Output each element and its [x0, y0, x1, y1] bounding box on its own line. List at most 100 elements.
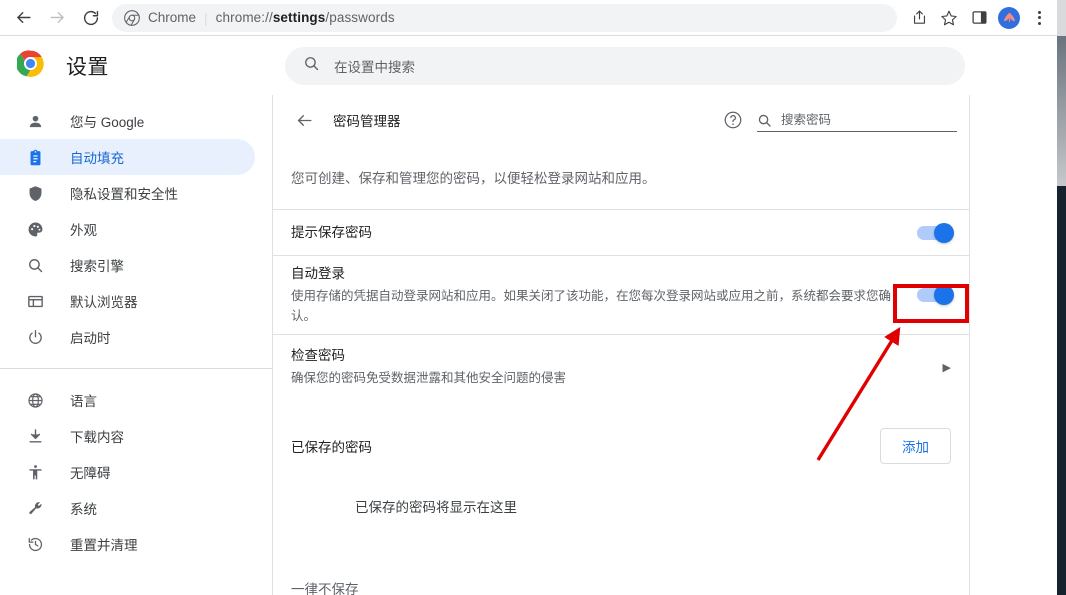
omnibox[interactable]: Chrome | chrome://settings/passwords [112, 3, 897, 32]
page-title: 设置 [66, 56, 109, 79]
row-title: 提示保存密码 [291, 224, 372, 240]
sidebar-item-label: 语言 [70, 394, 97, 409]
share-icon[interactable] [905, 4, 933, 32]
screenshot-root: Chrome | chrome://settings/passwords 设置 … [0, 0, 1066, 595]
row-texts: 提示保存密码 [291, 215, 907, 251]
browser-window-icon [25, 291, 45, 311]
shield-icon [25, 183, 45, 203]
password-manager-intro: 您可创建、保存和管理您的密码，以便轻松登录网站和应用。 [291, 171, 656, 186]
settings-header: 设置 在设置中搜索 [0, 37, 1057, 95]
sidebar-item-system[interactable]: 系统 [0, 490, 255, 526]
chevron-right-icon[interactable]: ▶ [943, 361, 951, 374]
sidebar-item-label: 无障碍 [70, 466, 111, 481]
row-check-passwords[interactable]: 检查密码 确保您的密码免受数据泄露和其他安全问题的侵害 ▶ [273, 333, 969, 400]
palette-icon [25, 219, 45, 239]
sidebar-item-label: 隐私设置和安全性 [70, 187, 178, 202]
password-manager-title: 密码管理器 [333, 114, 401, 129]
settings-search-placeholder: 在设置中搜索 [334, 60, 415, 75]
sidebar-item-label: 下载内容 [70, 430, 124, 445]
sidebar-item-on-startup[interactable]: 启动时 [0, 319, 255, 355]
saved-passwords-empty-text: 已保存的密码将显示在这里 [355, 499, 517, 515]
settings-search-input[interactable]: 在设置中搜索 [285, 47, 965, 85]
omnibox-url: chrome://settings/passwords [216, 10, 395, 25]
row-auto-signin[interactable]: 自动登录 使用存储的凭据自动登录网站和应用。如果关闭了该功能，在您每次登录网站或… [273, 255, 969, 333]
nav-button-group [0, 3, 106, 33]
settings-main: 密码管理器 搜索密码 您可创建、保存和管理您的密码，以便轻松登录网站和应用。 提… [272, 95, 1057, 595]
sidebar-item-privacy-security[interactable]: 隐私设置和安全性 [0, 175, 255, 211]
row-texts: 检查密码 确保您的密码免受数据泄露和其他安全问题的侵害 [291, 338, 933, 395]
sidebar-item-label: 自动填充 [70, 151, 124, 166]
password-manager-card: 密码管理器 搜索密码 您可创建、保存和管理您的密码，以便轻松登录网站和应用。 提… [273, 95, 970, 595]
sidebar-item-label: 默认浏览器 [70, 295, 138, 310]
settings-body: 您与 Google 自动填充 隐私设置和安全性 外观 搜索引擎 默认浏览器 启动… [0, 95, 1057, 595]
row-subtitle: 使用存储的凭据自动登录网站和应用。如果关闭了该功能，在您每次登录网站或应用之前，… [291, 288, 892, 323]
sidebar-item-label: 您与 Google [70, 115, 145, 130]
back-icon[interactable] [8, 3, 38, 33]
omnibox-separator: | [204, 9, 208, 26]
scrollbar-cap [1057, 0, 1066, 36]
never-saved-label: 一律不保存 [291, 581, 359, 595]
toolbar-actions [905, 4, 1057, 32]
settings-sidebar: 您与 Google 自动填充 隐私设置和安全性 外观 搜索引擎 默认浏览器 启动… [0, 95, 272, 595]
password-header-actions: 搜索密码 [723, 109, 969, 132]
chrome-logo-icon [124, 9, 140, 26]
back-arrow-icon[interactable] [291, 107, 317, 133]
window-scrollbar-track[interactable] [1057, 0, 1066, 595]
sidebar-item-label: 搜索引擎 [70, 259, 124, 274]
omnibox-app-label: Chrome [148, 10, 197, 25]
toggle-offer-to-save-passwords[interactable] [917, 222, 954, 243]
toggle-auto-signin[interactable] [917, 284, 954, 305]
row-title: 自动登录 [291, 266, 345, 282]
settings-brand: 设置 [0, 50, 272, 82]
history-restore-icon [25, 534, 45, 554]
saved-passwords-header: 已保存的密码 添加 [273, 400, 969, 464]
row-title: 检查密码 [291, 348, 345, 364]
sidebar-item-label: 重置并清理 [70, 538, 138, 553]
url-prefix: chrome:// [215, 10, 273, 25]
saved-passwords-label: 已保存的密码 [291, 439, 372, 455]
help-circle-icon[interactable] [723, 110, 743, 130]
forward-icon[interactable] [42, 3, 72, 33]
sidebar-item-appearance[interactable]: 外观 [0, 211, 255, 247]
sidebar-item-downloads[interactable]: 下载内容 [0, 418, 255, 454]
sidebar-item-default-browser[interactable]: 默认浏览器 [0, 283, 255, 319]
sidebar-item-reset-cleanup[interactable]: 重置并清理 [0, 526, 255, 562]
search-icon [25, 255, 45, 275]
more-menu-icon[interactable] [1025, 4, 1053, 32]
sidebar-item-label: 系统 [70, 502, 97, 517]
add-password-button[interactable]: 添加 [880, 427, 951, 464]
password-search-placeholder: 搜索密码 [781, 112, 832, 127]
browser-toolbar: Chrome | chrome://settings/passwords [0, 0, 1057, 36]
url-bold: settings [272, 10, 326, 25]
sidebar-item-autofill[interactable]: 自动填充 [0, 139, 255, 175]
search-icon [757, 113, 772, 128]
reload-icon[interactable] [76, 3, 106, 33]
row-texts: 自动登录 使用存储的凭据自动登录网站和应用。如果关闭了该功能，在您每次登录网站或… [291, 256, 907, 333]
power-icon [25, 327, 45, 347]
sidebar-item-search-engine[interactable]: 搜索引擎 [0, 247, 255, 283]
sidebar-divider [0, 368, 272, 369]
globe-icon [25, 390, 45, 410]
toggle-knob [934, 222, 954, 243]
person-icon [25, 111, 45, 131]
sidebar-item-languages[interactable]: 语言 [0, 382, 255, 418]
search-icon [303, 55, 320, 77]
url-suffix: /passwords [325, 10, 395, 25]
chrome-logo-icon [15, 50, 44, 82]
accessibility-icon [25, 462, 45, 482]
clipboard-icon [25, 147, 45, 167]
toggle-knob [934, 284, 954, 305]
sidebar-item-you-and-google[interactable]: 您与 Google [0, 103, 255, 139]
password-search-input[interactable]: 搜索密码 [757, 109, 957, 132]
profile-avatar[interactable] [998, 6, 1020, 29]
password-manager-header: 密码管理器 搜索密码 [273, 95, 969, 145]
wrench-icon [25, 498, 45, 518]
download-icon [25, 426, 45, 446]
row-offer-to-save-passwords[interactable]: 提示保存密码 [273, 209, 969, 255]
row-subtitle: 确保您的密码免受数据泄露和其他安全问题的侵害 [291, 370, 567, 385]
sidebar-item-label: 外观 [70, 223, 97, 238]
bookmark-star-icon[interactable] [935, 4, 963, 32]
window-scrollbar-thumb[interactable] [1057, 36, 1066, 186]
side-panel-icon[interactable] [965, 4, 993, 32]
sidebar-item-accessibility[interactable]: 无障碍 [0, 454, 255, 490]
